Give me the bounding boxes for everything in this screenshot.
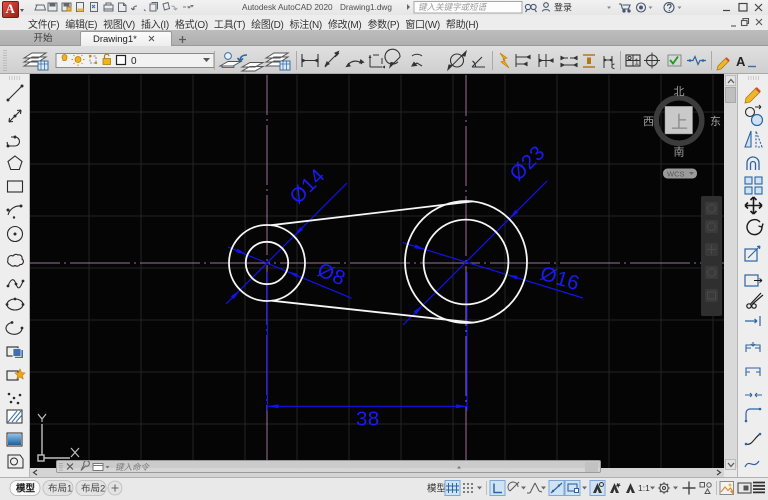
svg-text:北: 北 [674, 85, 685, 98]
svg-text:1: 1 [635, 58, 640, 67]
svg-text:Ø23: Ø23 [505, 141, 549, 185]
svg-text:0: 0 [131, 56, 137, 67]
svg-text:Ø16: Ø16 [538, 262, 583, 296]
svg-text:Autodesk AutoCAD 2020: Autodesk AutoCAD 2020 [242, 3, 333, 12]
svg-text:西: 西 [643, 116, 654, 128]
svg-text:Ø14: Ø14 [285, 164, 329, 208]
svg-text:Drawing1.dwg: Drawing1.dwg [340, 3, 392, 12]
svg-text:布局2: 布局2 [81, 483, 105, 495]
svg-text:1:1: 1:1 [638, 483, 650, 493]
svg-text:上: 上 [671, 113, 688, 132]
svg-text:模型: 模型 [427, 483, 447, 495]
svg-text:38: 38 [356, 408, 379, 431]
svg-text:WCS: WCS [667, 170, 685, 179]
svg-text:键入关键字或短语: 键入关键字或短语 [418, 2, 488, 12]
svg-text:模型: 模型 [16, 483, 36, 495]
svg-text:A: A [736, 54, 746, 69]
svg-text:登录: 登录 [554, 3, 572, 13]
svg-text:东: 东 [710, 115, 721, 128]
svg-text:布局1: 布局1 [48, 483, 72, 495]
svg-text:南: 南 [674, 146, 685, 159]
svg-text:键入命令: 键入命令 [115, 462, 151, 472]
